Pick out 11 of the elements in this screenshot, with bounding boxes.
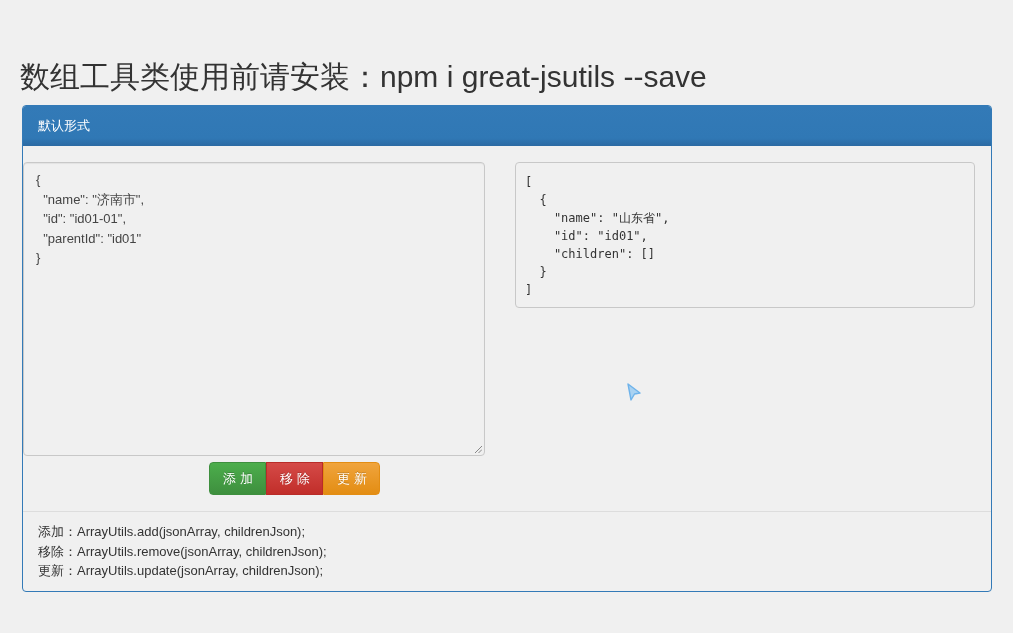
json-output-block: [ { "name": "山东省", "id": "id01", "children": [] } ] [515,162,975,308]
usage-line: 添加：ArrayUtils.add(jsonArray, childrenJson); [38,523,306,541]
usage-line: 移除：ArrayUtils.remove(jsonArray, childrenJson); [38,542,327,561]
action-button[interactable]: 添加 [209,462,266,495]
panel-title: 默认形式 [38,117,90,135]
action-button[interactable]: 移除 [266,462,323,495]
page-heading: 数组工具类使用前请安装：npm i great-jsutils --save [20,60,708,93]
usage-line: 更新：ArrayUtils.update(jsonArray, childrenJson); [38,562,324,580]
json-input-field[interactable]: { "name": "济南市", "id": "id01-01", "parentId": "id01" } [23,162,485,456]
resize-grip-icon[interactable] [474,445,482,453]
cursor-arrow-icon [626,382,642,402]
